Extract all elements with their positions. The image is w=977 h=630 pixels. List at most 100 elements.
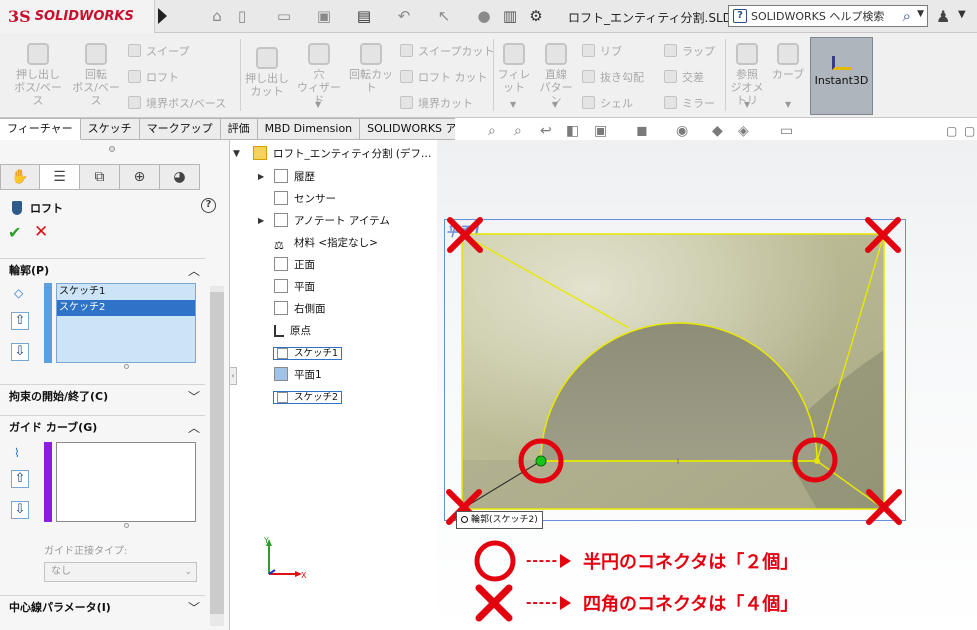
guide-tangency-select[interactable]: なし ⌄ bbox=[44, 562, 197, 582]
configuration-manager-tab[interactable]: ⧉ bbox=[80, 164, 120, 190]
select-pointer-icon[interactable]: ↖ bbox=[434, 6, 454, 26]
linear-pattern-button[interactable]: 直線 パターン bbox=[536, 43, 576, 107]
tree-top-plane[interactable]: 平面 bbox=[274, 278, 315, 296]
tree-right-plane[interactable]: 右側面 bbox=[274, 300, 326, 318]
zoom-area-icon[interactable]: ⌕ bbox=[514, 123, 522, 139]
profile-list[interactable]: スケッチ1 スケッチ2 bbox=[56, 283, 196, 363]
save-icon[interactable]: ▣ bbox=[314, 6, 334, 26]
display-manager-tab[interactable]: ◕ bbox=[160, 164, 200, 190]
list-resize-handle[interactable] bbox=[124, 523, 129, 528]
previous-view-icon[interactable]: ↩ bbox=[540, 123, 552, 139]
tab-mbd-dimension[interactable]: MBD Dimension bbox=[257, 118, 361, 140]
section-view-icon[interactable]: ◧ bbox=[566, 123, 579, 139]
sweep-button[interactable]: スイープ bbox=[128, 43, 189, 59]
wrap-button[interactable]: ラップ bbox=[664, 43, 715, 59]
chevron-down-icon[interactable]: ▼ bbox=[510, 100, 516, 109]
revolve-cut-button[interactable]: 回転カット bbox=[346, 43, 396, 94]
intersect-button[interactable]: 交差 bbox=[664, 69, 704, 85]
reference-geometry-button[interactable]: 参照 ジオメトリ bbox=[727, 43, 767, 107]
tab-features[interactable]: フィーチャー bbox=[0, 118, 81, 140]
user-icon[interactable]: ♟ bbox=[936, 7, 950, 26]
profile-section-header[interactable]: 輪郭(P) ︿ bbox=[0, 258, 205, 282]
profile-item-selected[interactable]: スケッチ2 bbox=[57, 300, 195, 316]
ok-button[interactable]: ✔ bbox=[8, 223, 21, 242]
tree-collapse-icon[interactable]: ▼ bbox=[233, 149, 240, 159]
dimxpert-manager-tab[interactable]: ⊕ bbox=[120, 164, 160, 190]
tab-sketch[interactable]: スケッチ bbox=[80, 118, 140, 140]
file-properties-icon[interactable]: ▥ bbox=[500, 6, 520, 26]
curves-button[interactable]: カーブ bbox=[769, 43, 807, 81]
move-down-button[interactable]: ⇩ bbox=[11, 343, 29, 361]
tree-history[interactable]: ▶ 履歴 bbox=[258, 168, 315, 186]
options-gear-icon[interactable]: ⚙ bbox=[526, 6, 546, 26]
property-manager-tab[interactable]: ☰ bbox=[40, 164, 80, 190]
sweep-cut-button[interactable]: スイープカット bbox=[400, 43, 494, 59]
tab-evaluate[interactable]: 評価 bbox=[220, 118, 258, 140]
panel-grip-handle[interactable] bbox=[109, 146, 115, 152]
title-dropdown-icon[interactable]: ▼ bbox=[958, 9, 966, 20]
undo-icon[interactable]: ↶ bbox=[394, 6, 414, 26]
extrude-boss-button[interactable]: 押し出し ボス/ベース bbox=[10, 43, 66, 107]
apply-scene-icon[interactable]: ◈ bbox=[738, 123, 749, 139]
loft-button[interactable]: ロフト bbox=[128, 69, 179, 85]
panel-splitter-handle[interactable]: ‹ bbox=[229, 367, 237, 385]
home-icon[interactable]: ⌂ bbox=[207, 6, 227, 26]
loft-cut-button[interactable]: ロフト カット bbox=[400, 69, 488, 85]
cancel-button[interactable]: ✕ bbox=[34, 222, 48, 242]
feature-manager-tab[interactable]: ✋ bbox=[0, 164, 40, 190]
guide-move-down-button[interactable]: ⇩ bbox=[11, 501, 29, 519]
chevron-down-icon[interactable]: ▼ bbox=[744, 100, 750, 109]
chevron-down-icon[interactable]: ▼ bbox=[552, 100, 558, 109]
new-document-icon[interactable]: ▯ bbox=[232, 6, 252, 26]
guide-move-up-button[interactable]: ⇧ bbox=[11, 470, 29, 488]
list-resize-handle[interactable] bbox=[124, 364, 129, 369]
zoom-to-fit-icon[interactable]: ⌕ bbox=[488, 123, 496, 139]
tree-sketch1[interactable]: スケッチ1 bbox=[273, 344, 343, 362]
view-orientation-icon[interactable]: ▣ bbox=[594, 123, 607, 139]
connector-handle[interactable] bbox=[535, 455, 547, 467]
tree-plane1[interactable]: 平面1 bbox=[274, 366, 322, 384]
extrude-cut-button[interactable]: 押し出し カット bbox=[242, 47, 292, 98]
hide-show-items-icon[interactable]: ◉ bbox=[676, 123, 688, 139]
guide-curve-list[interactable] bbox=[56, 442, 196, 522]
open-folder-icon[interactable]: ▭ bbox=[274, 6, 294, 26]
tab-markup[interactable]: マークアップ bbox=[139, 118, 221, 140]
tree-sketch2[interactable]: スケッチ2 bbox=[273, 388, 343, 406]
rebuild-icon[interactable]: ● bbox=[474, 6, 494, 26]
tree-origin[interactable]: 原点 bbox=[274, 322, 311, 340]
tree-annotations[interactable]: ▶ アノテート アイテム bbox=[258, 212, 390, 230]
close-panel-icon[interactable]: ▢ bbox=[964, 124, 975, 138]
fillet-button[interactable]: フィレット bbox=[494, 43, 534, 94]
solidworks-logo[interactable]: 3S SOLIDWORKS bbox=[0, 0, 155, 33]
tree-material[interactable]: ⚖ 材料 <指定なし> bbox=[274, 234, 378, 252]
display-style-icon[interactable]: ◼ bbox=[636, 123, 648, 139]
expand-icon[interactable]: ▶ bbox=[258, 168, 264, 186]
expand-icon[interactable]: ▶ bbox=[258, 212, 264, 230]
search-icon[interactable]: ⌕ bbox=[903, 7, 911, 25]
tree-root-part[interactable]: ロフト_エンティティ分割 (デフ… bbox=[253, 145, 431, 163]
boundary-cut-button[interactable]: 境界カット bbox=[400, 95, 473, 111]
guide-curves-header[interactable]: ガイド カーブ(G) ︿ bbox=[0, 415, 205, 439]
help-search-input[interactable]: ? SOLIDWORKS ヘルプ検索 ⌕ ▼ bbox=[728, 5, 928, 27]
chevron-down-icon[interactable]: ▼ bbox=[785, 100, 791, 109]
start-end-constraints-header[interactable]: 拘束の開始/終了(C) ﹀ bbox=[0, 384, 205, 408]
rib-button[interactable]: リブ bbox=[582, 43, 622, 59]
move-up-button[interactable]: ⇧ bbox=[11, 312, 29, 330]
tree-front-plane[interactable]: 正面 bbox=[274, 256, 315, 274]
restore-panel-icon[interactable]: ▢ bbox=[946, 124, 957, 138]
help-button[interactable]: ? bbox=[201, 198, 216, 213]
menu-expand-icon[interactable] bbox=[158, 8, 167, 24]
chevron-down-icon[interactable]: ▼ bbox=[917, 9, 924, 19]
hole-wizard-button[interactable]: 穴 ウィザード bbox=[294, 43, 344, 107]
shell-button[interactable]: シェル bbox=[582, 95, 633, 111]
centerline-parameters-header[interactable]: 中心線パラメータ(I) ﹀ bbox=[0, 595, 205, 619]
instant3d-button[interactable]: Instant3D bbox=[810, 37, 873, 115]
panel-scroll-thumb[interactable] bbox=[210, 292, 224, 614]
tree-sensors[interactable]: センサー bbox=[274, 190, 336, 208]
mirror-button[interactable]: ミラー bbox=[664, 95, 715, 111]
edit-appearance-icon[interactable]: ◆ bbox=[712, 123, 723, 139]
profile-item[interactable]: スケッチ1 bbox=[57, 284, 195, 300]
chevron-down-icon[interactable]: ▼ bbox=[315, 100, 321, 109]
draft-button[interactable]: 抜き勾配 bbox=[582, 69, 644, 85]
boundary-boss-button[interactable]: 境界ボス/ベース bbox=[128, 95, 226, 111]
